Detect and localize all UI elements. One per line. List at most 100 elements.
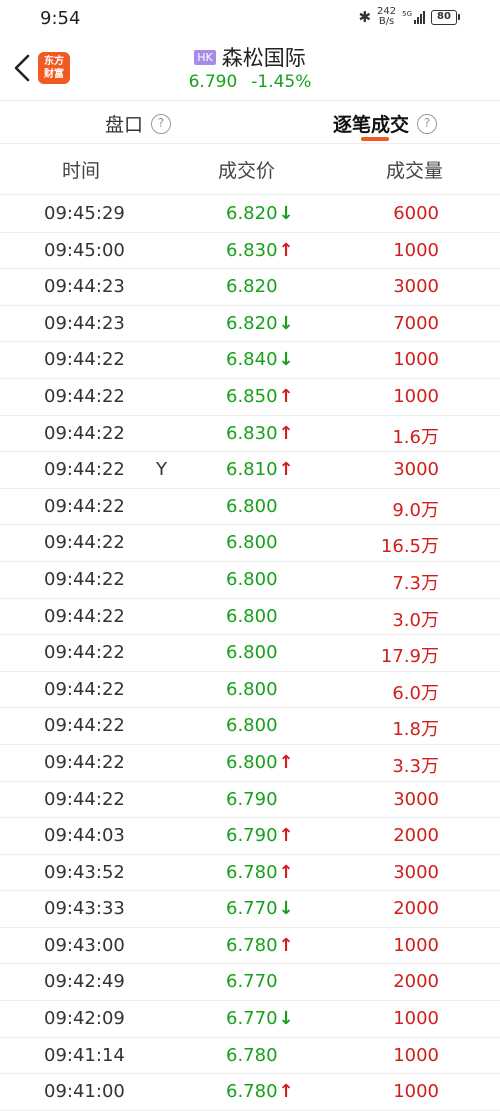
- stock-change-pct: -1.45%: [251, 72, 312, 92]
- trade-volume: 3000: [393, 276, 439, 298]
- trade-volume: 1000: [393, 1008, 439, 1030]
- table-row: 09:43:00 6.780↑ 1000: [0, 928, 500, 965]
- arrow-up-icon: ↑: [278, 825, 294, 847]
- status-icons: ✱ 242 B/s 5G 80: [358, 7, 460, 27]
- table-row: 09:43:33 6.770↓ 2000: [0, 891, 500, 928]
- trade-time: 09:44:22: [44, 715, 125, 737]
- table-row: 09:43:52 6.780↑ 3000: [0, 855, 500, 892]
- trade-time: 09:43:00: [44, 934, 125, 956]
- status-time: 9:54: [40, 8, 81, 29]
- arrow-down-icon: ↓: [278, 1008, 294, 1030]
- stock-quote: 6.790 -1.45%: [0, 72, 500, 92]
- trade-list[interactable]: 09:45:29 6.820↓ 6000 09:45:00 6.830↑ 1000 09:4…: [0, 196, 500, 1111]
- table-row: 09:44:22 6.800 16.5万: [0, 525, 500, 562]
- trade-volume: 1.6万: [392, 426, 439, 448]
- trade-price-cell: 6.800: [226, 496, 278, 517]
- arrow-up-icon: ↑: [278, 751, 294, 773]
- trade-volume: 2000: [393, 971, 439, 993]
- trade-time: 09:44:22: [44, 605, 125, 627]
- tab-order-book-label: 盘口: [105, 114, 144, 136]
- help-icon[interactable]: ?: [417, 113, 438, 134]
- table-row: 09:44:22 6.800 1.8万: [0, 708, 500, 745]
- arrow-up-icon: ↑: [278, 239, 294, 261]
- trade-price-cell: 6.790↑: [226, 825, 294, 846]
- trade-price: 6.780: [226, 934, 278, 956]
- trade-price: 6.800: [226, 568, 278, 590]
- trade-price-cell: 6.800↑: [226, 752, 294, 773]
- trade-price-cell: 6.770: [226, 971, 278, 992]
- trade-volume: 1000: [393, 1044, 439, 1066]
- stock-name: 森松国际: [221, 46, 306, 70]
- trade-time: 09:44:23: [44, 276, 125, 298]
- table-row: 09:44:22 6.800 6.0万: [0, 672, 500, 709]
- trade-price: 6.800: [226, 605, 278, 627]
- active-tab-indicator: [361, 137, 389, 141]
- trade-time: 09:43:52: [44, 861, 125, 883]
- arrow-up-icon: ↑: [278, 459, 294, 481]
- trade-price: 6.770: [226, 1008, 278, 1030]
- table-row: 09:42:09 6.770↓ 1000: [0, 1001, 500, 1038]
- trade-price: 6.820: [226, 312, 278, 334]
- trade-time: 09:44:22: [44, 459, 125, 481]
- table-row: 09:44:22 6.800 9.0万: [0, 489, 500, 526]
- trade-price: 6.800: [226, 642, 278, 664]
- stock-header: 东方 财富 HK 森松国际 6.790 -1.45%: [0, 38, 500, 100]
- trade-price-cell: 6.770↓: [226, 898, 294, 919]
- trade-price: 6.850: [226, 385, 278, 407]
- trade-price-cell: 6.830↑: [226, 423, 294, 444]
- trade-price: 6.770: [226, 898, 278, 920]
- trade-time: 09:41:00: [44, 1081, 125, 1103]
- trade-price-cell: 6.840↓: [226, 349, 294, 370]
- table-header: 时间 成交价 成交量: [0, 143, 500, 195]
- table-row: 09:44:23 6.820 3000: [0, 269, 500, 306]
- tab-tick-trades-label: 逐笔成交: [333, 114, 410, 136]
- trade-price-cell: 6.780↑: [226, 1081, 294, 1102]
- market-badge: HK: [194, 49, 216, 65]
- trade-price-cell: 6.770↓: [226, 1008, 294, 1029]
- trade-volume: 3.0万: [392, 609, 439, 631]
- arrow-up-icon: ↑: [278, 385, 294, 407]
- column-header-time: 时间: [62, 160, 101, 182]
- trade-volume: 7000: [393, 312, 439, 334]
- trade-time: 09:44:22: [44, 385, 125, 407]
- column-header-volume: 成交量: [386, 160, 444, 182]
- trade-price: 6.780: [226, 861, 278, 883]
- trade-price-cell: 6.800: [226, 606, 278, 627]
- tab-tick-trades[interactable]: 逐笔成交 ?: [333, 110, 438, 137]
- help-icon[interactable]: ?: [151, 113, 172, 134]
- table-row: 09:42:49 6.770 2000: [0, 964, 500, 1002]
- trade-price-cell: 6.800: [226, 642, 278, 663]
- trade-volume: 16.5万: [380, 536, 439, 558]
- table-row: 09:45:00 6.830↑ 1000: [0, 233, 500, 270]
- trade-volume: 1.8万: [392, 719, 439, 741]
- trade-price: 6.830: [226, 239, 278, 261]
- table-row: 09:41:00 6.780↑ 1000: [0, 1074, 500, 1111]
- trade-price-cell: 6.850↑: [226, 386, 294, 407]
- table-row: 09:44:22 Y 6.810↑ 3000: [0, 452, 500, 489]
- trade-time: 09:44:22: [44, 532, 125, 554]
- table-row: 09:44:22 6.790 3000: [0, 782, 500, 819]
- trade-price-cell: 6.800: [226, 715, 278, 736]
- trade-price-cell: 6.780↑: [226, 935, 294, 956]
- status-bar: 9:54 ✱ 242 B/s 5G 80: [0, 0, 500, 38]
- trade-price: 6.830: [226, 422, 278, 444]
- trade-flag: Y: [156, 459, 167, 481]
- table-row: 09:44:22 6.800 7.3万: [0, 562, 500, 599]
- battery-level: 80: [431, 9, 457, 25]
- trade-price-cell: 6.780: [226, 1045, 278, 1066]
- table-row: 09:41:14 6.780 1000: [0, 1038, 500, 1075]
- table-row: 09:44:03 6.790↑ 2000: [0, 818, 500, 855]
- trade-volume: 17.9万: [380, 646, 439, 668]
- trade-time: 09:43:33: [44, 898, 125, 920]
- network-speed: 242 B/s: [377, 7, 396, 27]
- trade-price-cell: 6.820↓: [226, 313, 294, 334]
- trade-volume: 1000: [393, 349, 439, 371]
- trade-price: 6.790: [226, 825, 278, 847]
- trade-time: 09:44:23: [44, 312, 125, 334]
- trade-time: 09:42:09: [44, 1008, 125, 1030]
- trade-volume: 2000: [393, 898, 439, 920]
- bluetooth-icon: ✱: [358, 8, 372, 26]
- tab-order-book[interactable]: 盘口 ?: [105, 110, 172, 137]
- trade-time: 09:44:22: [44, 568, 125, 590]
- trade-price-cell: 6.830↑: [226, 240, 294, 261]
